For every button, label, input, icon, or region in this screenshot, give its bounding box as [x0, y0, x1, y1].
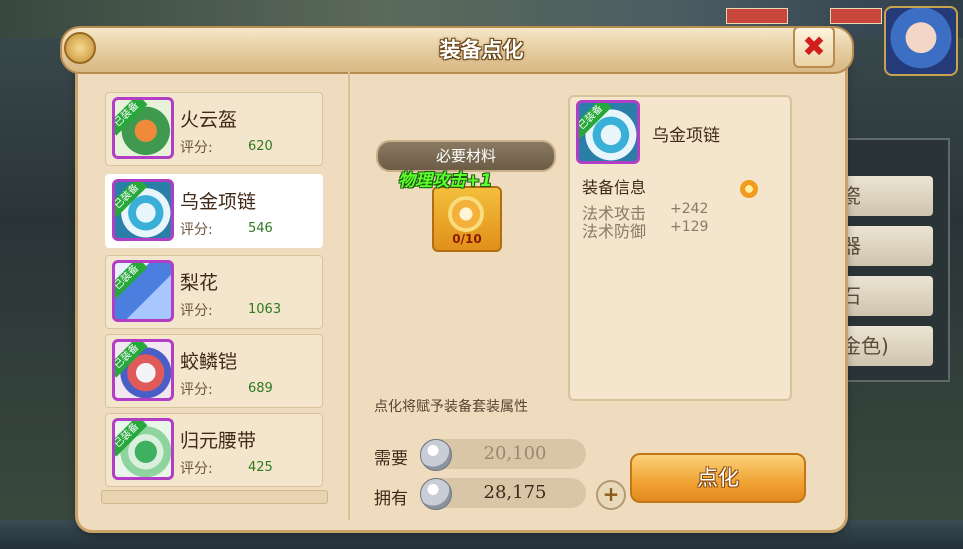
attribute-value: +129: [670, 219, 709, 235]
score-label: 评分:: [180, 382, 213, 398]
equipment-list[interactable]: 已装备 火云盔 评分: 620 已装备 乌金项链 评分: 546 已装备 梨花 …: [100, 92, 328, 500]
hud-flag: [726, 8, 788, 24]
material-slot[interactable]: 0/10: [432, 186, 502, 252]
info-equipment-name: 乌金项链: [652, 126, 720, 146]
equipment-item[interactable]: 已装备 梨花 评分: 1063: [105, 255, 323, 329]
equipped-badge: 已装备: [579, 103, 612, 139]
swirl-icon: [740, 180, 758, 198]
background-menu-item: 金色): [835, 326, 933, 366]
equipment-name: 蛟鳞铠: [180, 351, 238, 373]
score-label: 评分:: [180, 140, 213, 156]
close-button[interactable]: ✖: [793, 26, 835, 68]
score-value: 546: [248, 221, 273, 236]
hint-text: 点化将赋予装备套装属性: [374, 399, 528, 415]
necklace-icon: 已装备: [576, 100, 640, 164]
hud-flag: [830, 8, 882, 24]
background-menu-item: 瓷: [835, 176, 933, 216]
equipped-badge: 已装备: [115, 342, 148, 378]
equipment-name: 梨花: [180, 272, 219, 294]
armor-icon: 已装备: [112, 339, 174, 401]
need-label: 需要: [374, 449, 408, 469]
have-value: 28,175: [483, 482, 547, 503]
enchant-button[interactable]: 点化: [630, 453, 806, 503]
list-scroll-edge: [101, 490, 328, 504]
silver-coin-icon: [420, 439, 452, 471]
bonus-text: 物理攻击+1: [398, 171, 493, 191]
equipped-badge: 已装备: [115, 182, 148, 218]
add-currency-button[interactable]: +: [596, 480, 626, 510]
score-label: 评分:: [180, 222, 213, 238]
divider: [348, 70, 350, 520]
helmet-icon: 已装备: [112, 97, 174, 159]
score-value: 689: [248, 381, 273, 396]
background-menu-item: 器: [835, 226, 933, 266]
score-value: 620: [248, 139, 273, 154]
score-value: 1063: [248, 302, 282, 317]
score-label: 评分:: [180, 303, 213, 319]
info-header: 装备信息: [582, 178, 647, 197]
belt-icon: 已装备: [112, 418, 174, 480]
have-label: 拥有: [374, 489, 408, 509]
equipment-name: 火云盔: [180, 109, 238, 131]
material-count: 0/10: [452, 232, 482, 246]
silver-coin-icon: [420, 478, 452, 510]
attribute-value: +242: [670, 201, 709, 217]
equipment-name: 乌金项链: [180, 191, 257, 213]
equipment-item-selected[interactable]: 已装备 乌金项链 评分: 546: [105, 174, 323, 248]
equipment-item[interactable]: 已装备 蛟鳞铠 评分: 689: [105, 334, 323, 408]
score-value: 425: [248, 460, 273, 475]
equipped-badge: 已装备: [115, 421, 148, 457]
attribute-name: 法术防御: [582, 222, 647, 241]
necklace-icon: 已装备: [112, 179, 174, 241]
equipped-badge: 已装备: [115, 100, 148, 136]
equipment-item[interactable]: 已装备 火云盔 评分: 620: [105, 92, 323, 166]
equipment-item[interactable]: 已装备 归元腰带 评分: 425: [105, 413, 323, 487]
swirl-stone-icon: [448, 196, 484, 232]
equipped-badge: 已装备: [115, 263, 148, 299]
equipment-name: 归元腰带: [180, 430, 257, 452]
spear-icon: 已装备: [112, 260, 174, 322]
background-menu-item: 石: [835, 276, 933, 316]
score-label: 评分:: [180, 461, 213, 477]
need-value: 20,100: [483, 443, 547, 464]
